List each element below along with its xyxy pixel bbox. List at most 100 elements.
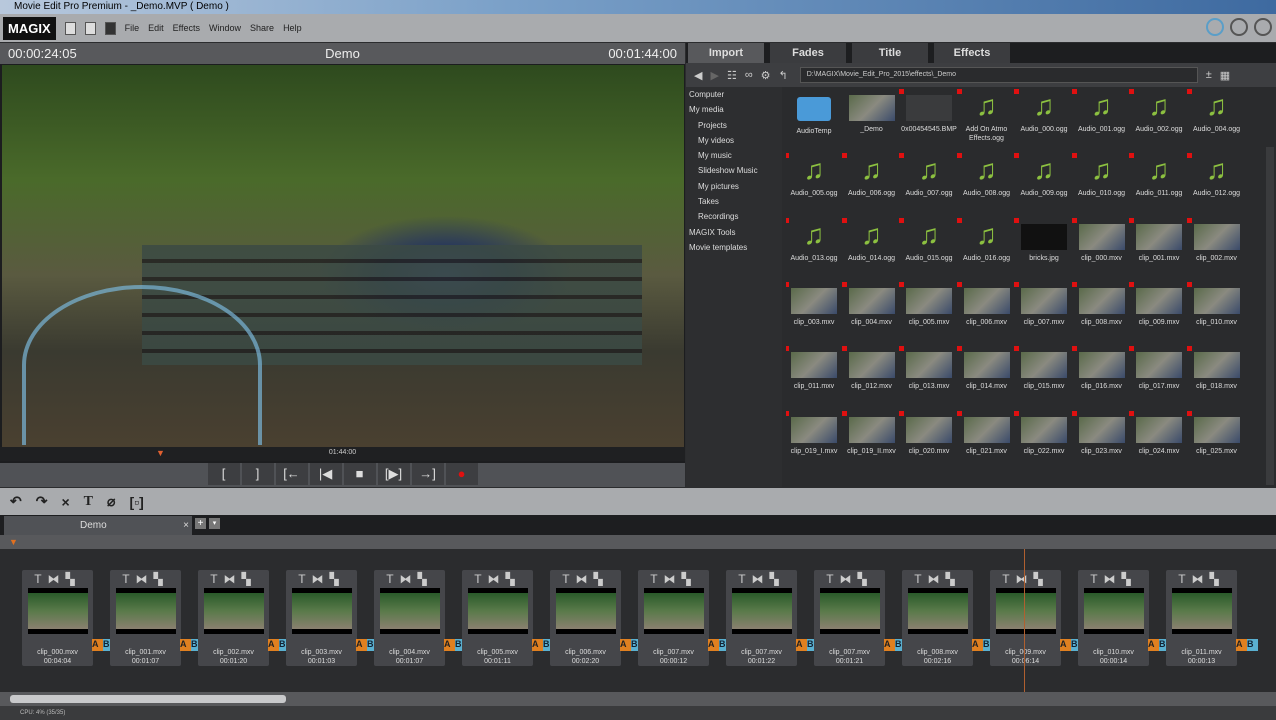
menu-help[interactable]: Help (283, 23, 302, 33)
file-item[interactable]: clip_014.mxv (956, 346, 1015, 410)
preview-scrubber[interactable]: 01:44:00 ▼ (0, 447, 685, 461)
file-item[interactable]: clip_024.mxv (1129, 410, 1187, 475)
file-item[interactable]: AudioTemp (786, 89, 842, 153)
timeline-clip[interactable]: T⧓▚ clip_006.mxv 00:02:20 (550, 570, 621, 666)
file-item[interactable]: ♫ Audio_000.ogg (1014, 89, 1072, 153)
file-item[interactable]: ♫ Audio_012.ogg (1186, 153, 1245, 217)
timeline-playhead[interactable] (1024, 549, 1025, 692)
record-disc-icon[interactable] (1230, 18, 1248, 36)
file-item[interactable]: ♫ Audio_010.ogg (1071, 153, 1130, 217)
trim-icon[interactable]: ⧓ (664, 572, 682, 586)
file-item[interactable]: clip_013.mxv (899, 346, 957, 410)
file-item[interactable]: clip_007.mxv (1014, 281, 1072, 346)
effect-icon[interactable]: ▚ (1210, 572, 1225, 586)
file-item[interactable]: clip_002.mxv (1186, 217, 1245, 282)
settings-icon[interactable] (1206, 18, 1224, 36)
file-item[interactable]: ♫ Audio_004.ogg (1186, 89, 1245, 153)
sidebar-item[interactable]: Recordings (686, 209, 782, 224)
timeline-clip[interactable]: T⧓▚ clip_000.mxv 00:04:04 (22, 570, 93, 666)
close-icon[interactable]: × (183, 516, 189, 535)
title-icon[interactable]: T (1002, 572, 1015, 586)
menu-edit[interactable]: Edit (148, 23, 164, 33)
sidebar-item[interactable]: Movie templates (686, 240, 782, 255)
sidebar-item[interactable]: My pictures (686, 179, 782, 194)
timeline-clip[interactable]: T⧓▚ clip_004.mxv 00:01:07 (374, 570, 445, 666)
title-icon[interactable]: T (210, 572, 223, 586)
sidebar-item[interactable]: My media (686, 102, 782, 117)
paperclip-icon[interactable]: ⌀ (107, 493, 115, 510)
snapshot-icon[interactable]: [▫] (129, 494, 143, 510)
tab-import[interactable]: Import (688, 43, 764, 63)
file-item[interactable]: clip_018.mxv (1186, 346, 1245, 410)
title-icon[interactable]: T (122, 572, 135, 586)
title-icon[interactable]: T (474, 572, 487, 586)
timeline-clip[interactable]: T⧓▚ clip_003.mxv 00:01:03 (286, 570, 357, 666)
file-item[interactable]: clip_012.mxv (841, 346, 900, 410)
up-folder-icon[interactable]: ↰ (779, 69, 788, 82)
mark-out-icon[interactable]: ] (241, 463, 274, 485)
file-item[interactable]: ♫ Audio_015.ogg (899, 217, 957, 282)
jump-to-start-icon[interactable]: [← (275, 463, 308, 485)
file-item[interactable]: clip_022.mxv (1014, 410, 1072, 475)
file-item[interactable]: clip_015.mxv (1014, 346, 1072, 410)
file-item[interactable]: ♫ Audio_002.ogg (1129, 89, 1187, 153)
effect-icon[interactable]: ▚ (242, 572, 257, 586)
playhead-marker-icon[interactable]: ▼ (156, 447, 165, 459)
stop-icon[interactable]: ■ (343, 463, 376, 485)
menu-share[interactable]: Share (250, 23, 274, 33)
title-icon[interactable]: T (386, 572, 399, 586)
save-icon[interactable] (104, 21, 116, 35)
trim-icon[interactable]: ⧓ (400, 572, 418, 586)
back-icon[interactable]: ◀ (694, 69, 702, 82)
file-item[interactable]: clip_025.mxv (1186, 410, 1245, 475)
binoculars-icon[interactable]: ∞ (745, 69, 753, 81)
file-item[interactable]: clip_023.mxv (1071, 410, 1130, 475)
sidebar-item[interactable]: Takes (686, 194, 782, 209)
file-item[interactable]: ♫ Audio_008.ogg (956, 153, 1015, 217)
tree-icon[interactable]: ☷ (727, 69, 737, 82)
previous-icon[interactable]: |◀ (309, 463, 342, 485)
sidebar-item[interactable]: Computer (686, 87, 782, 102)
video-frame[interactable] (2, 65, 684, 447)
timeline-clip[interactable]: T⧓▚ clip_002.mxv 00:01:20 (198, 570, 269, 666)
menu-effects[interactable]: Effects (173, 23, 200, 33)
trim-icon[interactable]: ⧓ (1192, 572, 1210, 586)
sidebar-item[interactable]: My music (686, 148, 782, 163)
timeline-scrollbar[interactable] (0, 692, 1276, 706)
file-item[interactable]: ♫ Audio_014.ogg (841, 217, 900, 282)
file-item[interactable]: clip_016.mxv (1071, 346, 1130, 410)
title-icon[interactable]: T (562, 572, 575, 586)
delete-icon[interactable]: × (61, 494, 69, 510)
file-item[interactable]: ♫ Audio_011.ogg (1129, 153, 1187, 217)
title-icon[interactable]: T (914, 572, 927, 586)
title-icon[interactable]: T (84, 494, 93, 510)
trim-icon[interactable]: ⧓ (48, 572, 66, 586)
tab-demo[interactable]: Demo × (4, 516, 192, 535)
title-icon[interactable]: T (738, 572, 751, 586)
title-icon[interactable]: T (1090, 572, 1103, 586)
file-item[interactable]: clip_004.mxv (841, 281, 900, 346)
add-tab-icon[interactable]: + (195, 518, 206, 529)
undo-icon[interactable]: ↶ (10, 493, 22, 510)
trim-icon[interactable]: ⧓ (752, 572, 770, 586)
trim-icon[interactable]: ⧓ (1104, 572, 1122, 586)
play-icon[interactable]: [▶] (377, 463, 410, 485)
sidebar-item[interactable]: My videos (686, 133, 782, 148)
effect-icon[interactable]: ▚ (1122, 572, 1137, 586)
chevron-down-icon[interactable]: ▾ (209, 518, 220, 529)
title-icon[interactable]: T (650, 572, 663, 586)
record-icon[interactable]: ● (445, 463, 478, 485)
tab-effects[interactable]: Effects (934, 43, 1010, 63)
trim-icon[interactable]: ⧓ (928, 572, 946, 586)
file-item[interactable]: clip_021.mxv (956, 410, 1015, 475)
file-item[interactable]: clip_011.mxv (786, 346, 842, 410)
timeline-clip[interactable]: T⧓▚ clip_007.mxv 00:01:22 (726, 570, 797, 666)
trim-icon[interactable]: ⧓ (488, 572, 506, 586)
effect-icon[interactable]: ▚ (418, 572, 433, 586)
sidebar-item[interactable]: MAGIX Tools (686, 225, 782, 240)
file-item[interactable]: ♫ Audio_007.ogg (899, 153, 957, 217)
file-item[interactable]: ♫ Audio_001.ogg (1071, 89, 1130, 153)
mark-in-icon[interactable]: [ (207, 463, 240, 485)
file-item[interactable]: ♫ Audio_009.ogg (1014, 153, 1072, 217)
title-icon[interactable]: T (34, 572, 47, 586)
